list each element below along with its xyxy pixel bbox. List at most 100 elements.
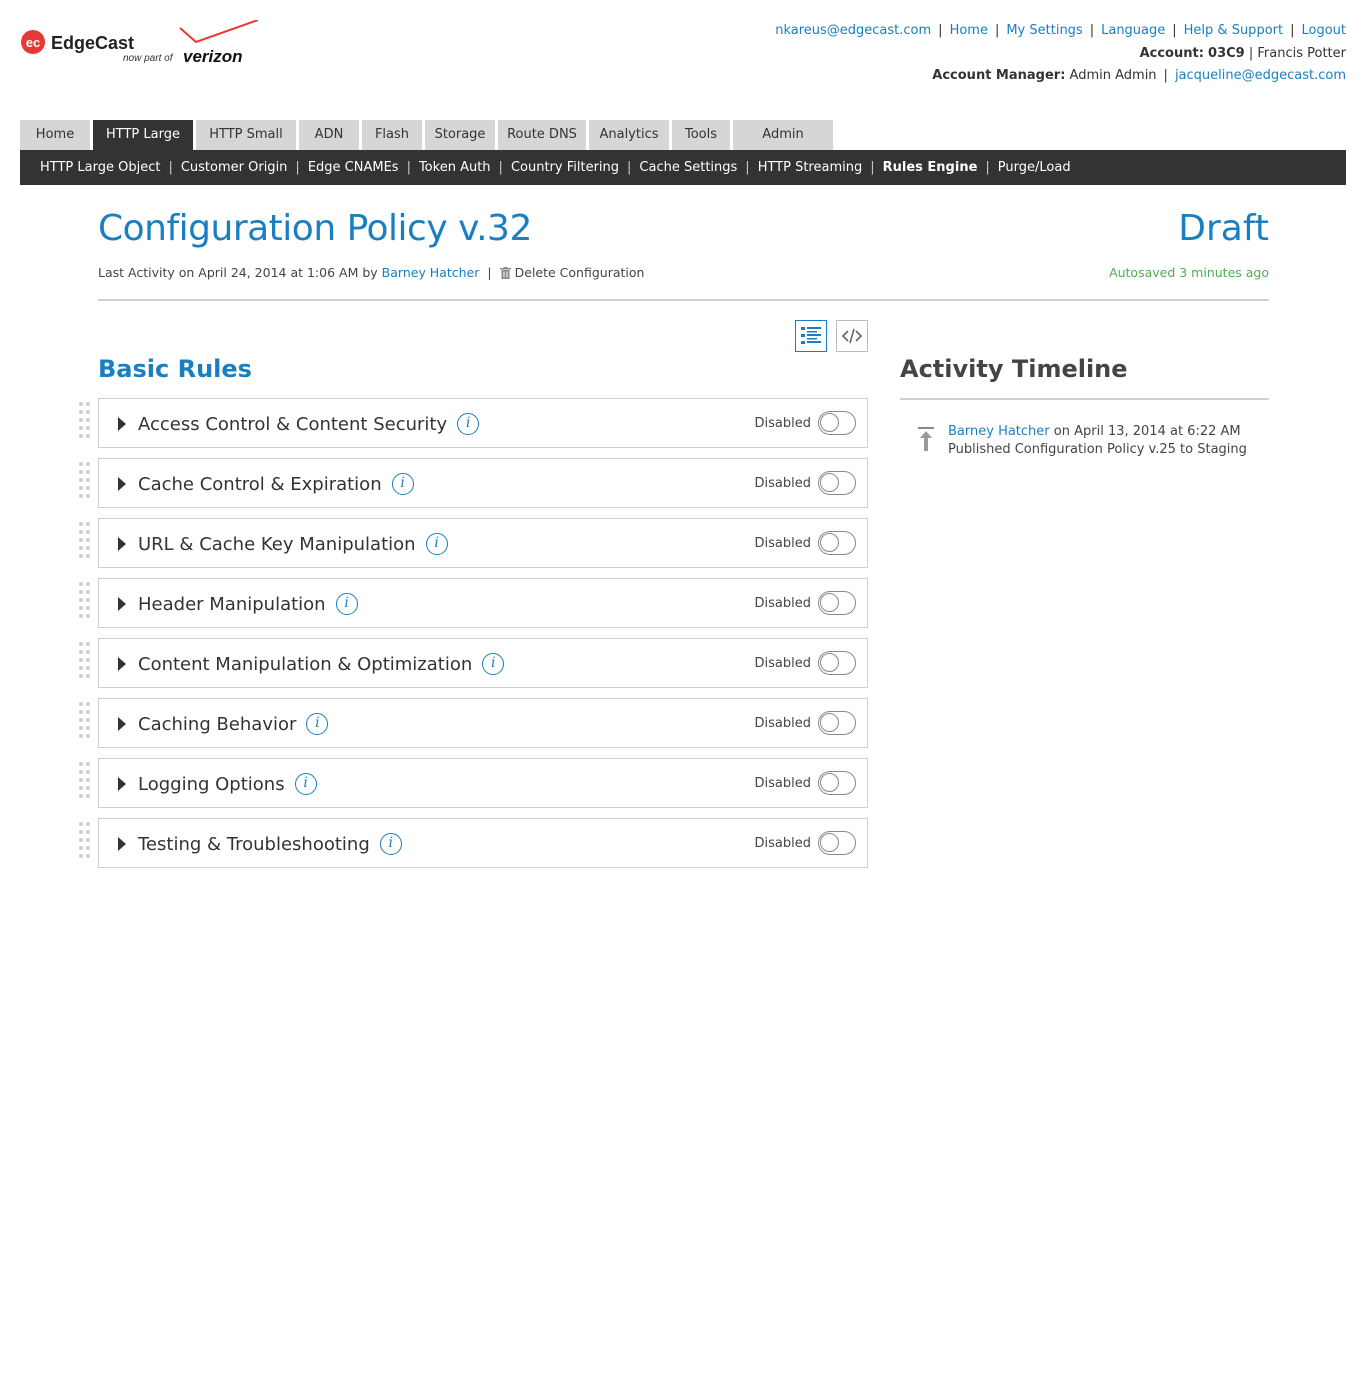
toggle-knob [820,773,839,792]
subnav-purge-load[interactable]: Purge/Load [998,160,1071,175]
trash-icon [499,267,511,282]
drag-handle-icon[interactable] [78,702,92,744]
rule-title-row: Logging Options i [138,773,317,795]
tab-analytics[interactable]: Analytics [589,120,669,150]
tab-admin[interactable]: Admin [733,120,833,150]
drag-handle-icon[interactable] [78,522,92,564]
toggle-knob [820,473,839,492]
tab-route-dns[interactable]: Route DNS [498,120,586,150]
subnav-edge-cnames[interactable]: Edge CNAMEs [308,160,399,175]
rule-toggle[interactable] [818,471,856,495]
logo-partner: verizon [183,47,243,66]
timeline-divider [900,398,1269,400]
rule-title-row: Cache Control & Expiration i [138,473,414,495]
rule-toggle[interactable] [818,711,856,735]
caret-right-icon [118,837,126,851]
info-icon[interactable]: i [391,473,414,495]
publish-icon [916,425,936,457]
account-name: Francis Potter [1257,45,1346,61]
rule-status: Disabled [754,416,811,431]
rule-title: Access Control & Content Security [138,413,448,435]
info-icon[interactable]: i [335,593,358,615]
home-link[interactable]: Home [950,23,988,38]
last-activity-text: Last Activity on April 24, 2014 at 1:06 … [98,265,378,280]
language-link[interactable]: Language [1101,23,1165,38]
drag-handle-icon[interactable] [78,762,92,804]
drag-handle-icon[interactable] [78,642,92,684]
rule-header[interactable]: Cache Control & Expiration i Disabled [98,458,868,508]
subnav-customer-origin[interactable]: Customer Origin [181,160,288,175]
rule-toggle[interactable] [818,411,856,435]
toggle-knob [820,533,839,552]
rule-header[interactable]: Testing & Troubleshooting i Disabled [98,818,868,868]
tab-flash[interactable]: Flash [362,120,422,150]
rule-header[interactable]: URL & Cache Key Manipulation i Disabled [98,518,868,568]
subnav-http-streaming[interactable]: HTTP Streaming [758,160,863,175]
tab-http-small[interactable]: HTTP Small [196,120,296,150]
timeline-action: Published Configuration Policy v.25 to S… [948,442,1247,457]
rule-header[interactable]: Caching Behavior i Disabled [98,698,868,748]
logo-graphic: ec EdgeCast now part of verizon [21,19,259,66]
logout-link[interactable]: Logout [1301,23,1346,38]
rule-title-row: Header Manipulation i [138,593,358,615]
info-icon[interactable]: i [482,653,505,675]
tab-tools[interactable]: Tools [672,120,730,150]
info-icon[interactable]: i [294,773,317,795]
logo-name: EdgeCast [51,33,134,53]
my-settings-link[interactable]: My Settings [1006,23,1082,38]
rule-header[interactable]: Logging Options i Disabled [98,758,868,808]
account-id: 03C9 [1208,45,1245,61]
info-icon[interactable]: i [306,713,329,735]
rule-header[interactable]: Content Manipulation & Optimization i Dis… [98,638,868,688]
drag-handle-icon[interactable] [78,462,92,504]
tab-http-large[interactable]: HTTP Large [93,120,193,150]
tab-adn[interactable]: ADN [299,120,359,150]
rule-toggle[interactable] [818,831,856,855]
rule-title: Content Manipulation & Optimization [138,653,473,675]
account-manager-email-link[interactable]: jacqueline@edgecast.com [1175,68,1346,83]
drag-handle-icon[interactable] [78,402,92,444]
rule-header[interactable]: Access Control & Content Security i Disab… [98,398,868,448]
subnav-country-filtering[interactable]: Country Filtering [511,160,619,175]
rule-header[interactable]: Header Manipulation i Disabled [98,578,868,628]
subnav-token-auth[interactable]: Token Auth [419,160,491,175]
caret-right-icon [118,477,126,491]
info-icon[interactable]: i [457,413,480,435]
code-view-button[interactable] [836,320,868,352]
edgecast-verizon-logo[interactable]: ec EdgeCast now part of verizon [20,19,270,70]
info-icon[interactable]: i [379,833,402,855]
rule-toggle[interactable] [818,651,856,675]
subnav-http-large-object[interactable]: HTTP Large Object [40,160,160,175]
rule-toggle[interactable] [818,591,856,615]
subnav-cache-settings[interactable]: Cache Settings [639,160,737,175]
list-view-button[interactable] [795,320,827,352]
rule-title: Header Manipulation [138,593,326,615]
rule-item: Access Control & Content Security i Disab… [78,398,868,448]
rule-title: Cache Control & Expiration [138,473,382,495]
timeline-when: on April 13, 2014 at 6:22 AM [1053,424,1241,439]
drag-handle-icon[interactable] [78,582,92,624]
rule-title-row: Caching Behavior i [138,713,329,735]
toggle-knob [820,593,839,612]
toggle-knob [820,833,839,852]
list-view-icon [801,327,821,344]
user-email-link[interactable]: nkareus@edgecast.com [775,23,931,38]
help-support-link[interactable]: Help & Support [1184,23,1283,38]
info-icon[interactable]: i [425,533,448,555]
drag-handle-icon[interactable] [78,822,92,864]
tab-storage[interactable]: Storage [425,120,495,150]
rule-title: Caching Behavior [138,713,297,735]
rule-item: URL & Cache Key Manipulation i Disabled [78,518,868,568]
caret-right-icon [118,417,126,431]
autosaved-status: Autosaved 3 minutes ago [1109,265,1269,280]
caret-right-icon [118,717,126,731]
subnav-rules-engine[interactable]: Rules Engine [883,160,978,175]
last-activity-user-link[interactable]: Barney Hatcher [382,265,480,280]
timeline-user-link[interactable]: Barney Hatcher [948,424,1050,439]
rule-item: Caching Behavior i Disabled [78,698,868,748]
policy-state: Draft [1178,208,1269,249]
rule-toggle[interactable] [818,531,856,555]
tab-home[interactable]: Home [20,120,90,150]
delete-configuration-button[interactable]: Delete Configuration [499,265,644,282]
rule-toggle[interactable] [818,771,856,795]
